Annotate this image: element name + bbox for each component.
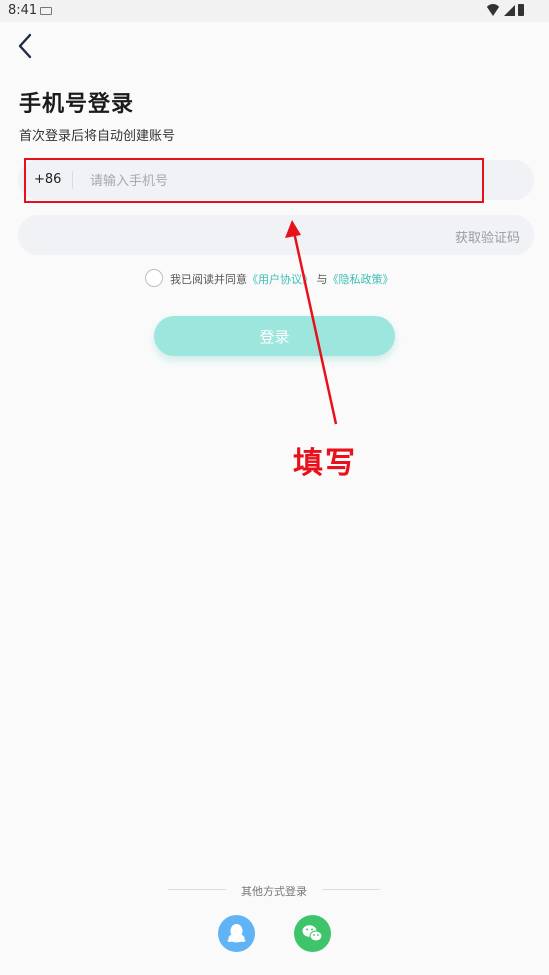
agreement-prefix: 我已阅读并同意 [170, 273, 247, 286]
annotation-label: 填写 [293, 446, 357, 481]
verification-code-input[interactable] [36, 221, 420, 251]
get-code-button[interactable]: 获取验证码 [455, 227, 520, 246]
agreement-checkbox[interactable] [145, 269, 163, 287]
phone-input[interactable] [88, 166, 472, 196]
agreement-connector: 与 [316, 273, 328, 286]
field-divider [72, 171, 73, 189]
other-login-label: 其他方式登录 [241, 885, 307, 898]
verification-code-field: 获取验证码 [18, 215, 534, 255]
privacy-policy-link[interactable]: 《隐私政策》 [328, 273, 394, 286]
battery-icon [518, 4, 524, 16]
back-button[interactable] [14, 32, 42, 60]
other-login-divider: 其他方式登录 [168, 882, 380, 898]
signal-icon [504, 5, 515, 16]
qq-icon [227, 924, 246, 943]
system-icons [485, 4, 525, 18]
keyboard-icon [40, 7, 52, 15]
divider-line-right [322, 889, 380, 890]
page-title: 手机号登录 [19, 92, 135, 117]
login-button[interactable]: 登录 [154, 316, 395, 356]
chevron-left-icon [18, 33, 32, 59]
qq-login-button[interactable] [218, 915, 255, 952]
wifi-icon [485, 4, 501, 16]
wechat-login-button[interactable] [294, 915, 331, 952]
phone-field: +86 [18, 160, 534, 200]
agreement-text: 我已阅读并同意《用户协议》 与《隐私政策》 [170, 271, 394, 287]
page-subtitle: 首次登录后将自动创建账号 [19, 129, 176, 144]
status-bar: 8:41 [0, 0, 549, 22]
wechat-icon [302, 925, 323, 942]
status-time: 8:41 [8, 3, 38, 18]
country-code[interactable]: +86 [34, 172, 61, 187]
user-agreement-link[interactable]: 《用户协议》 [247, 273, 313, 286]
annotation-arrow [285, 220, 338, 425]
